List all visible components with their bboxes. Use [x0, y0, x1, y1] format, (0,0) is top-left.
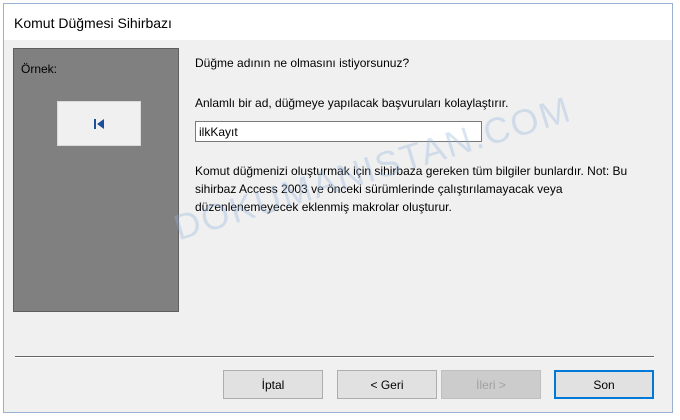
window-title: Komut Düğmesi Sihirbazı	[14, 15, 172, 31]
title-bar: Komut Düğmesi Sihirbazı	[4, 4, 672, 40]
button-name-input[interactable]	[195, 121, 482, 142]
preview-panel: Örnek:	[13, 48, 179, 312]
cancel-button[interactable]: İptal	[223, 370, 323, 399]
back-button[interactable]: < Geri	[337, 370, 437, 399]
info-text: Komut düğmenizi oluşturmak için sihirbaz…	[195, 164, 628, 214]
description-text: Anlamlı bir ad, düğmeye yapılacak başvur…	[195, 96, 509, 110]
preview-label: Örnek:	[21, 62, 58, 76]
question-text: Düğme adının ne olmasını istiyorsunuz?	[195, 56, 410, 70]
next-button[interactable]: İleri >	[441, 370, 541, 399]
preview-button	[57, 101, 141, 146]
finish-button[interactable]: Son	[554, 370, 654, 399]
separator	[15, 356, 654, 358]
first-record-icon	[94, 118, 104, 129]
command-button-wizard-dialog: Komut Düğmesi Sihirbazı Örnek: Düğme adı…	[3, 3, 673, 413]
